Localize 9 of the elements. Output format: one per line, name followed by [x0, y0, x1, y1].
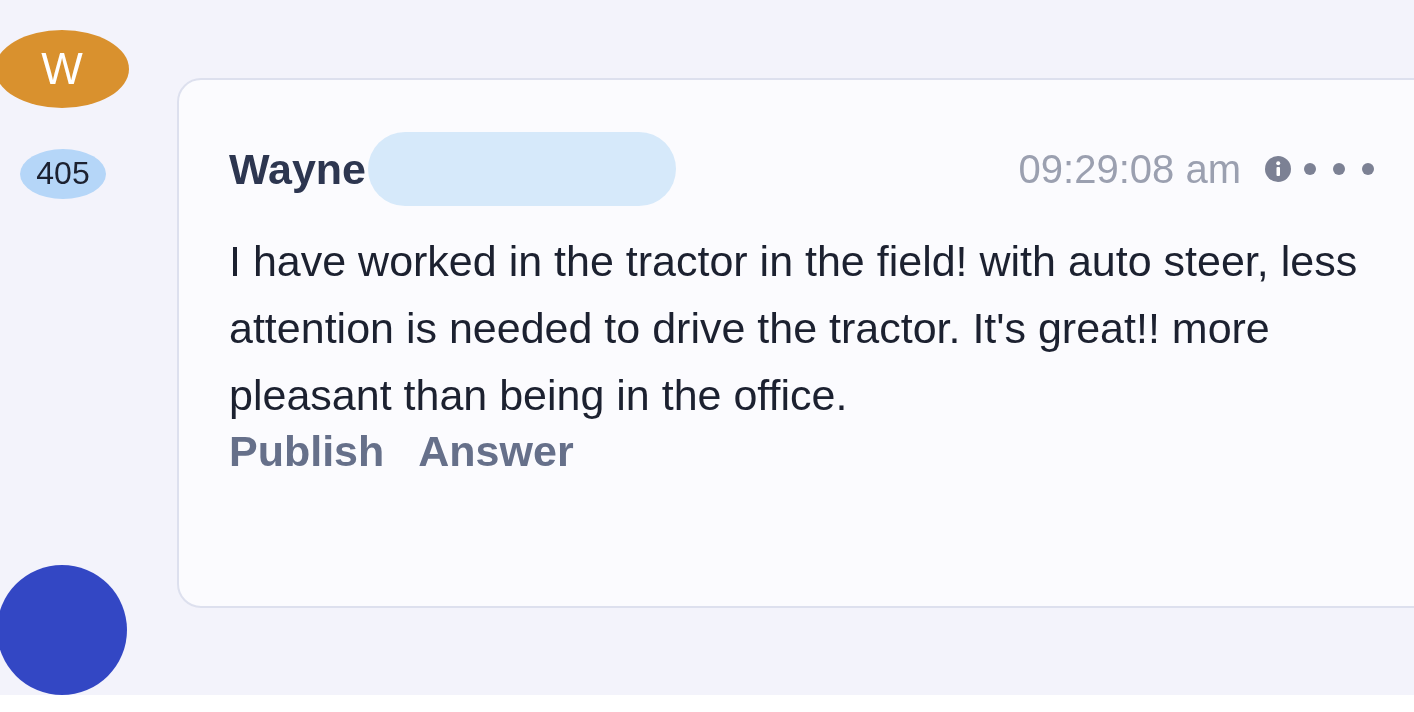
message-text: I have worked in the tractor in the field! with auto steer, less attention is needed to drive the tractor. It's great!! more pleasant than being in the office.: [229, 236, 1359, 421]
avatar: W: [0, 30, 129, 108]
more-icon[interactable]: [1303, 162, 1375, 176]
info-icon[interactable]: [1265, 156, 1291, 182]
action-link[interactable]: Publish: [229, 427, 385, 476]
count-badge: 405: [20, 148, 106, 199]
timestamp: 09:29:08 am: [1018, 146, 1241, 192]
author-name: Wayne: [229, 144, 366, 194]
action-link[interactable]: Answer: [418, 427, 574, 476]
